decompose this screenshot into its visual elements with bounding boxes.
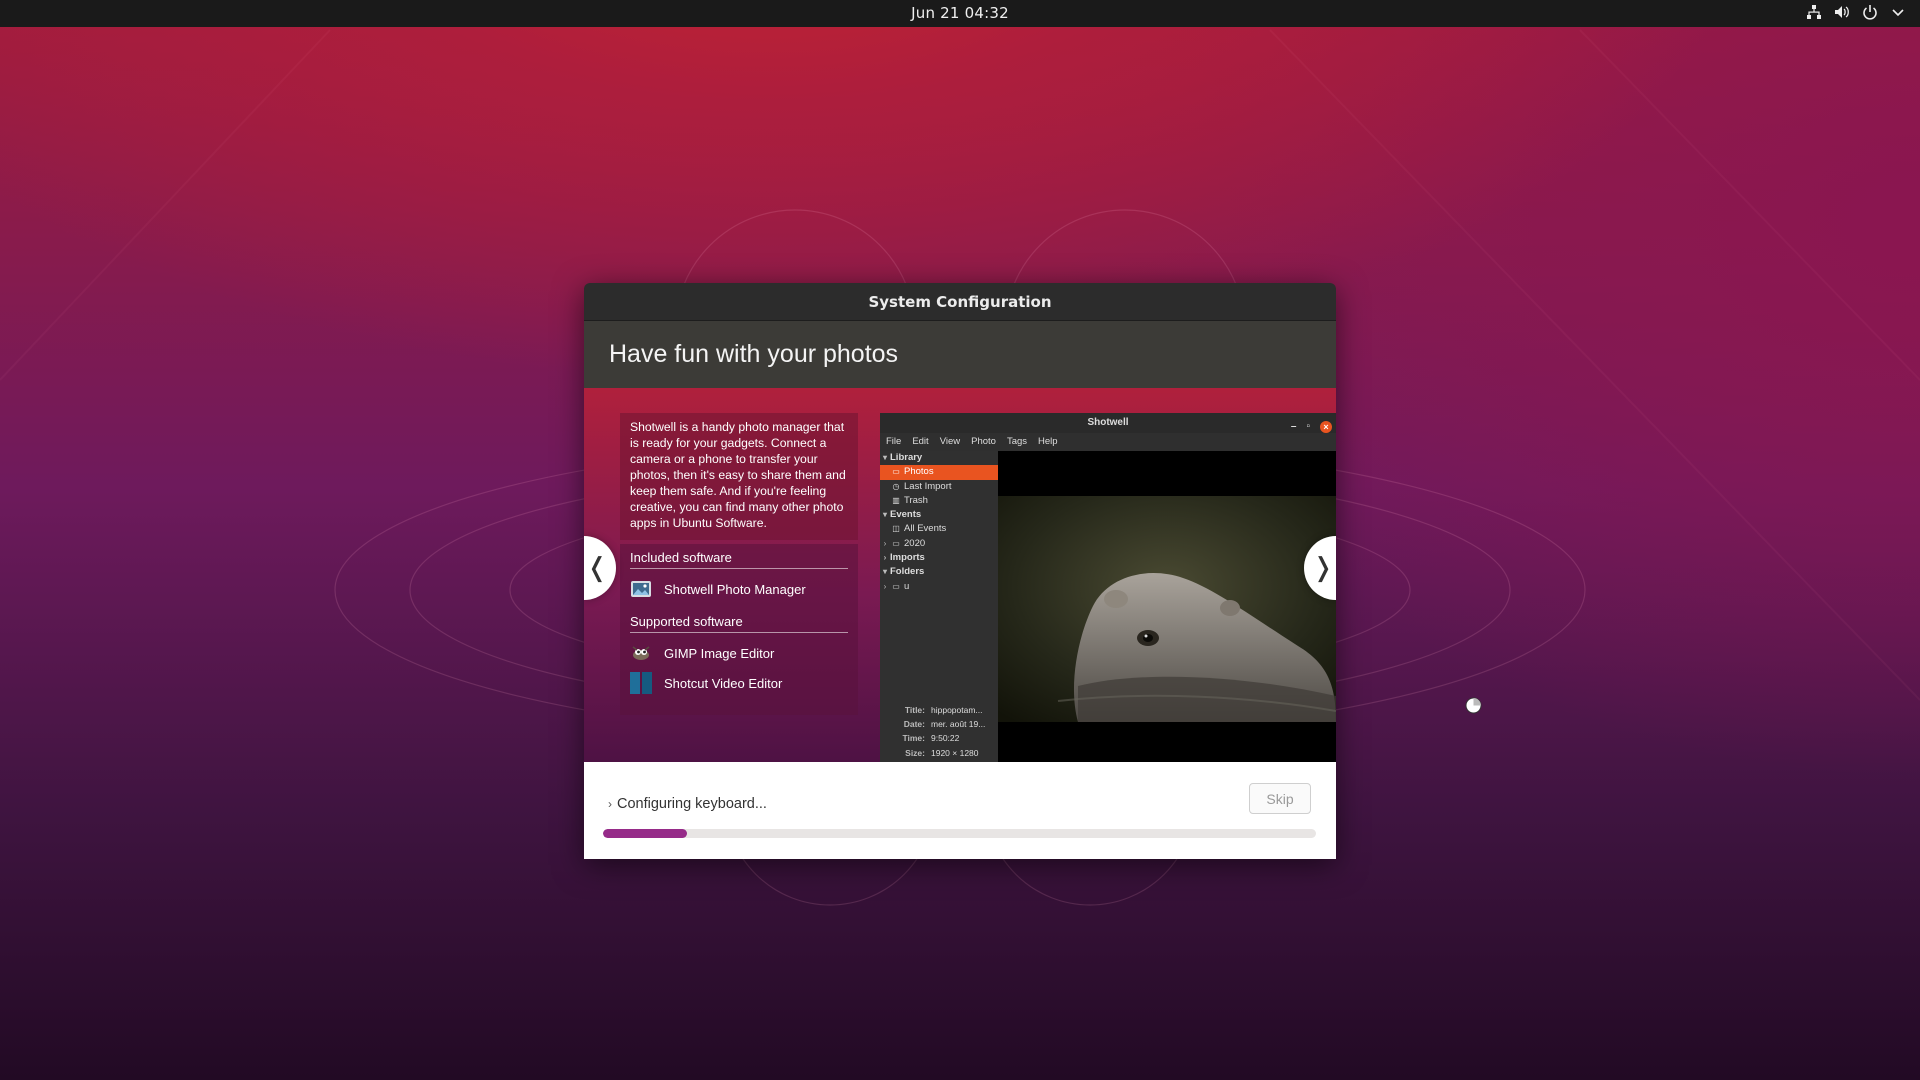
menu-file: File [886,436,902,447]
expander-icon: › [883,538,887,548]
slide-description: Shotwell is a handy photo manager that i… [620,413,858,540]
slide-title: Have fun with your photos [584,321,1336,388]
tree-folders: ▾ Folders [880,565,998,579]
tree-events: ▾ Events [880,508,998,522]
shotwell-icon [630,578,652,600]
expander-icon: › [883,553,887,563]
software-name: Shotwell Photo Manager [664,581,806,597]
maximize-icon: ▫ [1306,421,1310,432]
shotwell-screenshot: Shotwell – ▫ × File Edit View Photo Tags… [880,413,1336,762]
meta-row: Time: 9:50:22 [902,733,960,744]
menu-help: Help [1038,436,1058,447]
folder-icon: ▭ [892,538,900,548]
photo-metadata: Title: hippopotam... Date: mer. août 19...… [880,699,998,762]
progress-bar-fill [603,829,688,838]
slideshow: Shotwell is a handy photo manager that i… [584,388,1336,762]
list-item: Shotcut Video Editor [630,668,848,698]
meta-row: Title: hippopotam... [904,704,983,715]
menu-photo: Photo [971,436,996,447]
clock-icon: ◷ [892,481,900,491]
trash-icon: ▥ [892,495,900,505]
shotwell-sidebar: ▾ Library ▭ Photos ◷ Last Import ▥ Trash ▾ Ev… [880,451,998,762]
menu-view: View [939,436,961,447]
tree-library: ▾ Library [880,451,998,465]
skip-button[interactable]: Skip [1249,783,1311,814]
tree-imports: › Imports [880,551,998,565]
folder-icon: ▭ [892,581,900,591]
network-icon[interactable] [1806,4,1822,20]
shotcut-icon [630,672,652,694]
hippo-photo [998,496,1336,722]
list-item: GIMP Image Editor [630,638,848,668]
system-configuration-dialog: System Configuration Have fun with your … [584,283,1336,859]
close-icon: × [1320,421,1332,433]
expander-icon: ▾ [882,567,887,577]
software-list: Included software Shotwell Photo Manager… [620,544,858,715]
previous-slide-button[interactable]: ❬ [584,536,616,600]
supported-software-heading: Supported software [630,614,848,633]
expander-icon: ▾ [882,510,887,520]
expander-icon: › [883,581,887,591]
system-tray[interactable] [1806,4,1906,20]
status-text: Configuring keyboard... [617,796,767,812]
gimp-icon [630,642,652,664]
shotwell-menubar: File Edit View Photo Tags Help [880,433,1336,451]
software-name: Shotcut Video Editor [664,675,783,691]
list-item: Shotwell Photo Manager [630,574,848,604]
minimize-icon: – [1290,421,1297,432]
tree-trash: ▥ Trash [880,494,998,508]
chevron-right-icon[interactable]: › [608,797,612,811]
events-icon: ◫ [892,524,900,534]
status-expander[interactable]: › Configuring keyboard... [608,796,767,812]
power-icon[interactable] [1862,4,1878,20]
menu-tags: Tags [1006,436,1028,447]
photo-viewer [998,451,1336,762]
clock[interactable]: Jun 21 04:32 [0,4,1920,22]
tree-last-import: ◷ Last Import [880,480,998,494]
photos-icon: ▭ [892,467,900,477]
shotwell-title: Shotwell [1087,417,1129,428]
dialog-title: System Configuration [584,283,1336,321]
progress-area: › Configuring keyboard... Skip [584,762,1336,859]
tree-folder-u: › ▭ u [880,580,998,594]
volume-icon[interactable] [1834,4,1850,20]
included-software-heading: Included software [630,550,848,569]
menu-edit: Edit [912,436,929,447]
software-name: GIMP Image Editor [664,645,775,661]
tree-photos: ▭ Photos [880,465,998,480]
tree-all-events: ◫ All Events [880,522,998,536]
chevron-down-icon[interactable] [1890,4,1906,20]
busy-cursor-icon [1465,697,1482,714]
top-bar: Jun 21 04:32 [0,0,1920,27]
meta-row: Date: mer. août 19... [903,719,986,730]
window-controls: – ▫ × [1291,417,1332,437]
meta-row: Size: 1920 × 1280 [905,747,979,758]
tree-year: › ▭ 2020 [880,537,998,551]
expander-icon: ▾ [882,453,887,462]
progress-bar [603,829,1316,838]
shotwell-titlebar: Shotwell – ▫ × [880,413,1336,433]
